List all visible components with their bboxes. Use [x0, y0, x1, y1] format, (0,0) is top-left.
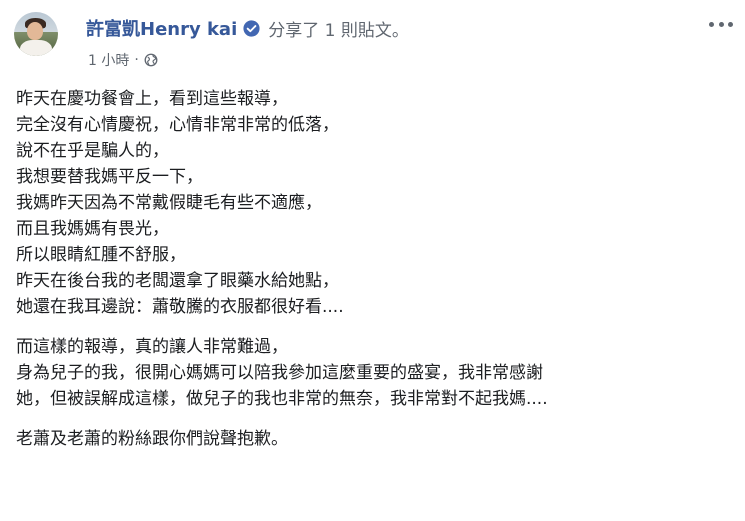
facebook-post: 許富凱Henry kai 分享了 1 則貼文。 1 小時 · 昨天在慶功餐會上，…: [0, 0, 745, 521]
post-line: 她還在我耳邊說：蕭敬騰的衣服都很好看....: [16, 297, 344, 317]
post-paragraph-3: 老蕭及老蕭的粉絲跟你們說聲抱歉。: [16, 426, 731, 452]
post-header: 許富凱Henry kai 分享了 1 則貼文。: [86, 15, 409, 41]
author-avatar[interactable]: [14, 12, 58, 56]
post-line: 我想要替我媽平反一下，: [16, 167, 203, 187]
post-line: 我媽昨天因為不常戴假睫毛有些不適應，: [16, 193, 322, 213]
post-line: 她，但被誤解成這樣，做兒子的我也非常的無奈，我非常對不起我媽....: [16, 389, 548, 409]
post-timestamp-link[interactable]: 1 小時: [88, 50, 129, 70]
more-dot: [718, 21, 724, 27]
post-line: 說不在乎是騙人的，: [16, 141, 169, 161]
post-line: 完全沒有心情慶祝，心情非常非常的低落，: [16, 115, 339, 135]
author-name-link[interactable]: 許富凱Henry kai: [86, 15, 237, 41]
verified-badge-icon: [243, 19, 260, 37]
post-meta: 1 小時 ·: [88, 50, 158, 70]
post-line: 所以眼睛紅腫不舒服，: [16, 245, 186, 265]
more-options-icon[interactable]: [709, 18, 733, 30]
post-line: 昨天在慶功餐會上，看到這些報導，: [16, 89, 288, 109]
post-paragraph-1: 昨天在慶功餐會上，看到這些報導， 完全沒有心情慶祝，心情非常非常的低落， 說不在…: [16, 86, 731, 320]
post-paragraph-2: 而這樣的報導，真的讓人非常難過， 身為兒子的我，很開心媽媽可以陪我參加這麼重要的…: [16, 334, 731, 412]
avatar-face: [27, 22, 43, 40]
post-line: 昨天在後台我的老闆還拿了眼藥水給她點，: [16, 271, 339, 291]
meta-separator: ·: [134, 52, 139, 68]
post-line: 老蕭及老蕭的粉絲跟你們說聲抱歉。: [16, 429, 288, 449]
post-line: 而且我媽媽有畏光，: [16, 219, 169, 239]
more-dot: [709, 21, 714, 27]
globe-icon[interactable]: [144, 53, 158, 67]
more-dot: [728, 21, 733, 27]
post-body: 昨天在慶功餐會上，看到這些報導， 完全沒有心情慶祝，心情非常非常的低落， 說不在…: [16, 86, 731, 466]
share-action-text: 分享了 1 則貼文。: [268, 20, 409, 41]
avatar-shirt: [20, 40, 52, 56]
post-line: 身為兒子的我，很開心媽媽可以陪我參加這麼重要的盛宴，我非常感謝: [16, 363, 543, 383]
post-line: 而這樣的報導，真的讓人非常難過，: [16, 337, 288, 357]
